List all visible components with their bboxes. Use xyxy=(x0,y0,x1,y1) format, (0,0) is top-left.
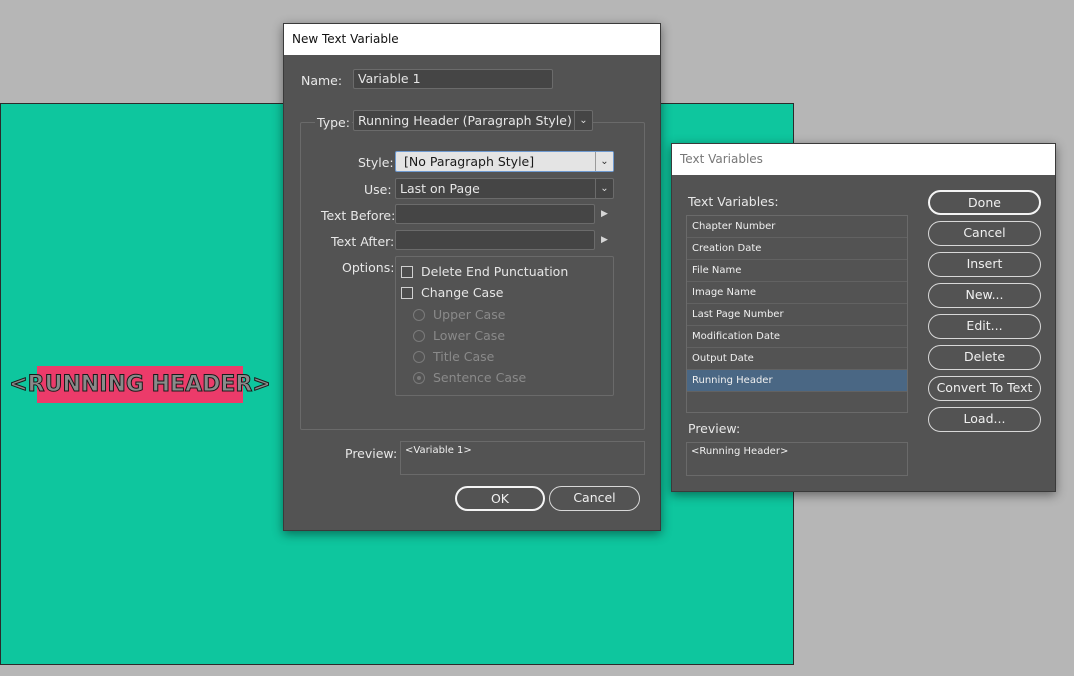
radio-icon xyxy=(413,329,425,342)
list-item[interactable]: Modification Date xyxy=(687,326,907,348)
style-label: Style: xyxy=(358,155,394,170)
radio-icon xyxy=(413,371,425,384)
change-case-label: Change Case xyxy=(421,285,504,300)
list-item-selected[interactable]: Running Header xyxy=(687,370,907,392)
checkbox-icon xyxy=(401,265,413,278)
preview-box: <Variable 1> xyxy=(400,441,645,475)
title-case-radio[interactable]: Title Case xyxy=(413,349,494,364)
checkbox-icon xyxy=(401,286,413,299)
dialog-title: Text Variables xyxy=(672,144,1055,175)
use-select-value: Last on Page xyxy=(400,181,480,196)
new-text-variable-dialog: New Text Variable Name: Variable 1 Type:… xyxy=(283,23,661,531)
title-case-label: Title Case xyxy=(433,349,495,364)
text-variables-list[interactable]: Chapter Number Creation Date File Name I… xyxy=(686,215,908,413)
load-button[interactable]: Load... xyxy=(928,407,1041,432)
list-item[interactable]: File Name xyxy=(687,260,907,282)
style-select[interactable]: [No Paragraph Style] ⌄ xyxy=(395,151,614,172)
preview-label: Preview: xyxy=(688,421,741,436)
style-select-value: [No Paragraph Style] xyxy=(404,154,535,169)
list-item[interactable]: Image Name xyxy=(687,282,907,304)
delete-end-punctuation-label: Delete End Punctuation xyxy=(421,264,569,279)
list-item[interactable]: Creation Date xyxy=(687,238,907,260)
preview-box: <Running Header> xyxy=(686,442,908,476)
insert-button[interactable]: Insert xyxy=(928,252,1041,277)
upper-case-label: Upper Case xyxy=(433,307,506,322)
upper-case-radio[interactable]: Upper Case xyxy=(413,307,505,322)
list-item[interactable]: Chapter Number xyxy=(687,216,907,238)
edit-button[interactable]: Edit... xyxy=(928,314,1041,339)
type-label: Type: xyxy=(315,115,352,130)
text-variables-dialog: Text Variables Text Variables: Chapter N… xyxy=(671,143,1056,492)
list-item[interactable]: Output Date xyxy=(687,348,907,370)
text-after-label: Text After: xyxy=(331,234,395,249)
chevron-down-icon: ⌄ xyxy=(595,152,613,171)
change-case-checkbox[interactable]: Change Case xyxy=(401,285,503,300)
dialog-title: New Text Variable xyxy=(284,24,660,55)
name-field[interactable]: Variable 1 xyxy=(353,69,553,89)
radio-icon xyxy=(413,308,425,321)
lower-case-radio[interactable]: Lower Case xyxy=(413,328,505,343)
name-label: Name: xyxy=(301,73,343,88)
text-variables-list-label: Text Variables: xyxy=(688,194,779,209)
done-button[interactable]: Done xyxy=(928,190,1041,215)
use-label: Use: xyxy=(364,182,392,197)
radio-icon xyxy=(413,350,425,363)
text-after-field[interactable] xyxy=(395,230,595,250)
delete-button[interactable]: Delete xyxy=(928,345,1041,370)
use-select[interactable]: Last on Page ⌄ xyxy=(395,178,614,199)
type-select[interactable]: Running Header (Paragraph Style) ⌄ xyxy=(353,110,593,131)
cancel-button[interactable]: Cancel xyxy=(549,486,640,511)
convert-to-text-button[interactable]: Convert To Text xyxy=(928,376,1041,401)
text-before-field[interactable] xyxy=(395,204,595,224)
type-select-value: Running Header (Paragraph Style) xyxy=(358,113,572,128)
ok-button[interactable]: OK xyxy=(455,486,545,511)
new-button[interactable]: New... xyxy=(928,283,1041,308)
insert-special-char-icon[interactable]: ▶ xyxy=(601,235,608,245)
list-item[interactable]: Last Page Number xyxy=(687,304,907,326)
lower-case-label: Lower Case xyxy=(433,328,506,343)
chevron-down-icon: ⌄ xyxy=(595,179,613,198)
text-before-label: Text Before: xyxy=(321,208,396,223)
chevron-down-icon: ⌄ xyxy=(574,111,592,130)
cancel-button[interactable]: Cancel xyxy=(928,221,1041,246)
sentence-case-radio[interactable]: Sentence Case xyxy=(413,370,526,385)
running-header-frame[interactable]: <RUNNING HEADER> xyxy=(9,366,271,403)
options-label: Options: xyxy=(342,260,395,275)
preview-label: Preview: xyxy=(345,446,398,461)
delete-end-punctuation-checkbox[interactable]: Delete End Punctuation xyxy=(401,264,568,279)
insert-special-char-icon[interactable]: ▶ xyxy=(601,209,608,219)
sentence-case-label: Sentence Case xyxy=(433,370,527,385)
